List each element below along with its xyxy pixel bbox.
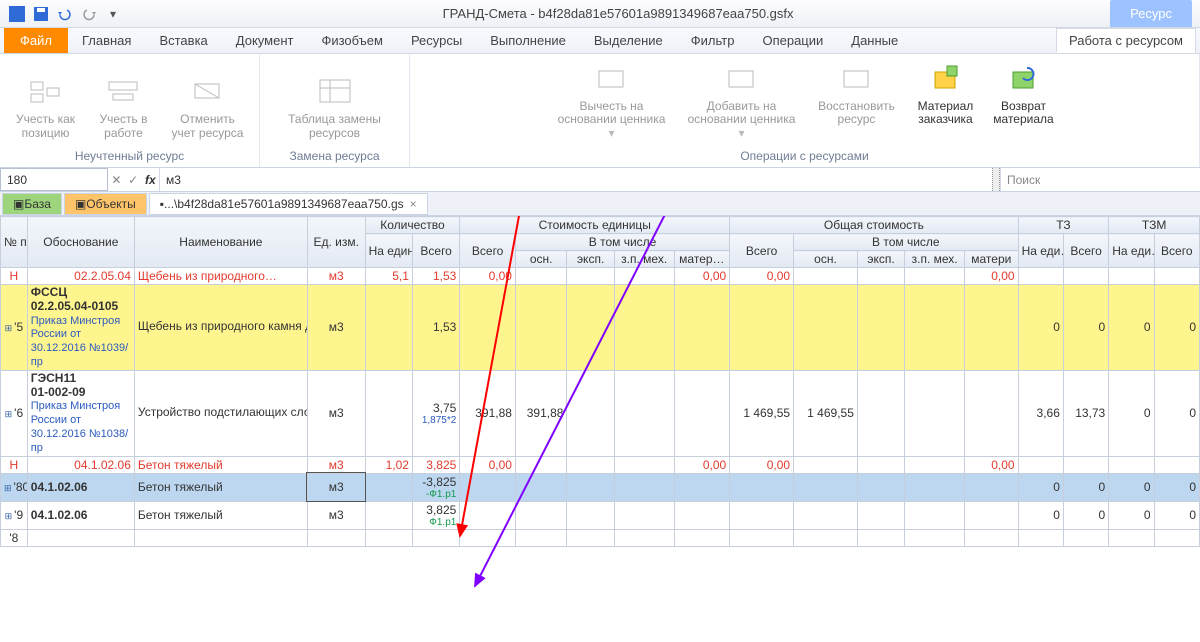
col-tz[interactable]: ТЗ (1018, 217, 1109, 234)
col-obsh[interactable]: Общая стоимость (730, 217, 1018, 234)
expand-icon[interactable]: ⊞ (5, 511, 15, 521)
tab-main[interactable]: Главная (74, 28, 139, 53)
tab-objects[interactable]: ▣ Объекты (64, 193, 147, 215)
tab-insert[interactable]: Вставка (151, 28, 215, 53)
table-row[interactable]: ⊞'5 ФССЦ02.2.05.04-0105Приказ Минстроя Р… (1, 285, 1200, 371)
window-title: ГРАНД-Смета - b4f28da81e57601a9891349687… (126, 6, 1110, 21)
col-tzm[interactable]: ТЗМ (1109, 217, 1200, 234)
ribbon-group-caption: Операции с ресурсами (740, 147, 868, 165)
table-row[interactable]: Н02.2.05.04 Щебень из природного…м3 5,11… (1, 268, 1200, 285)
tab-selection[interactable]: Выделение (586, 28, 671, 53)
tab-physvol[interactable]: Физобъем (313, 28, 391, 53)
col-obos[interactable]: Обоснование (27, 217, 134, 268)
name-box[interactable]: 180 (0, 168, 108, 191)
search-input[interactable]: Поиск (1000, 168, 1200, 191)
col-npp[interactable]: № п.п (1, 217, 28, 268)
tab-filter[interactable]: Фильтр (683, 28, 743, 53)
data-grid[interactable]: № п.п Обоснование Наименование Ед. изм. … (0, 216, 1200, 547)
ribbon-group-caption: Неучтенный ресурс (75, 147, 184, 165)
formula-input[interactable]: м3 (160, 168, 992, 191)
col-kol[interactable]: Количество (365, 217, 460, 234)
account-as-position-button[interactable]: Учесть как позицию (7, 73, 85, 143)
table-row[interactable]: ⊞'6 ГЭСН1101-002-09Приказ Минстроя Росси… (1, 370, 1200, 456)
col-naim[interactable]: Наименование (134, 217, 307, 268)
expand-icon[interactable]: ⊞ (5, 409, 15, 419)
redo-icon[interactable] (78, 4, 100, 24)
formula-icons: ✕ ✓ fx (108, 168, 160, 191)
ribbon-tabs: Файл Главная Вставка Документ Физобъем Р… (0, 28, 1200, 54)
save-icon[interactable] (30, 4, 52, 24)
replacement-table-button[interactable]: Таблица замены ресурсов (275, 73, 395, 143)
return-material-button[interactable]: Возврат материала (985, 60, 1063, 143)
workspace-tabs: ▣ База ▣ Объекты ▪ ...\b4f28da81e57601a9… (0, 192, 1200, 216)
cancel-account-button[interactable]: Отменить учет ресурса (163, 73, 253, 143)
tab-data[interactable]: Данные (843, 28, 906, 53)
tab-file[interactable]: ▪ ...\b4f28da81e57601a9891349687eaa750.g… (149, 193, 428, 215)
ribbon-group-operations: Вычесть на основании ценника▾ Добавить н… (410, 54, 1200, 167)
undo-icon[interactable] (54, 4, 76, 24)
table-row[interactable]: ⊞'80 04.1.02.06Бетон тяжелый м3 -3,825-Ф… (1, 473, 1200, 501)
ribbon-body: Учесть как позицию Учесть в работе Отмен… (0, 54, 1200, 168)
tab-operations[interactable]: Операции (754, 28, 831, 53)
tab-work-with-resource[interactable]: Работа с ресурсом (1056, 28, 1196, 53)
table-row[interactable]: Н04.1.02.06 Бетон тяжелыйм3 1,023,825 0,… (1, 456, 1200, 473)
close-icon[interactable]: × (410, 197, 417, 211)
table-row[interactable]: ⊞'9 04.1.02.06Бетон тяжелый м3 3,825Ф1.р… (1, 501, 1200, 529)
tab-resources[interactable]: Ресурсы (403, 28, 470, 53)
ribbon-group-unaccounted: Учесть как позицию Учесть в работе Отмен… (0, 54, 260, 167)
add-by-pricelist-button[interactable]: Добавить на основании ценника▾ (677, 60, 807, 143)
qat-more-icon[interactable]: ▾ (102, 4, 124, 24)
col-st-ed[interactable]: Стоимость единицы (460, 217, 730, 234)
col-ed[interactable]: Ед. изм. (307, 217, 365, 268)
restore-resource-button[interactable]: Восстановить ресурс (807, 60, 907, 143)
context-tab-header: Ресурс (1110, 0, 1192, 27)
grid-header: № п.п Обоснование Наименование Ед. изм. … (1, 217, 1200, 268)
tab-base[interactable]: ▣ База (2, 193, 62, 215)
file-tab[interactable]: Файл (4, 28, 68, 53)
search-resize-handle[interactable] (992, 168, 1000, 191)
formula-bar: 180 ✕ ✓ fx м3 Поиск (0, 168, 1200, 192)
customer-material-button[interactable]: Материал заказчика (907, 60, 985, 143)
expand-icon[interactable]: ⊞ (4, 483, 14, 493)
ribbon-group-caption: Замена ресурса (289, 147, 379, 165)
tab-document[interactable]: Документ (228, 28, 302, 53)
confirm-edit-icon[interactable]: ✓ (128, 173, 138, 187)
table-row[interactable]: '8 (1, 529, 1200, 546)
grid-area: № п.п Обоснование Наименование Ед. изм. … (0, 216, 1200, 642)
fx-icon[interactable]: fx (145, 173, 156, 187)
expand-icon[interactable]: ⊞ (5, 323, 15, 333)
ribbon-group-replace: Таблица замены ресурсов Замена ресурса (260, 54, 410, 167)
app-icon (6, 4, 28, 24)
tab-execution[interactable]: Выполнение (482, 28, 574, 53)
quick-access-toolbar: ▾ ГРАНД-Смета - b4f28da81e57601a98913496… (0, 0, 1200, 28)
subtract-by-pricelist-button[interactable]: Вычесть на основании ценника▾ (547, 60, 677, 143)
selected-cell: м3 (307, 473, 365, 501)
account-in-work-button[interactable]: Учесть в работе (85, 73, 163, 143)
cancel-edit-icon[interactable]: ✕ (111, 173, 121, 187)
